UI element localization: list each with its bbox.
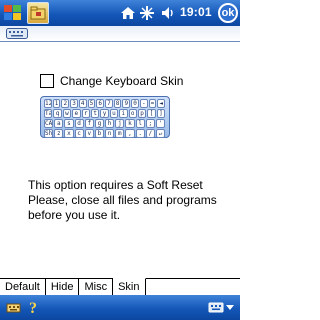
keyboard-preview-key: 7 (105, 99, 113, 108)
keyboard-preview-key: s (64, 119, 74, 128)
volume-icon[interactable] (160, 5, 176, 21)
tab-hide[interactable]: Hide (45, 279, 80, 295)
keyboard-preview-key: f (84, 119, 94, 128)
keyboard-preview-key: 4 (78, 99, 87, 108)
keyboard-preview-key: 8 (113, 99, 122, 108)
keyboard-icon (6, 28, 28, 39)
keyboard-preview-key: 6 (96, 99, 105, 108)
keyboard-preview-key: / (145, 129, 155, 138)
keyboard-preview-key: x (64, 129, 74, 138)
home-icon[interactable] (120, 5, 136, 21)
keyboard-preview-key: l (135, 119, 145, 128)
tab-bar: Default Hide Misc Skin (0, 278, 240, 295)
keyboard-preview-key: w (62, 109, 72, 118)
keyboard-settings-icon[interactable] (6, 299, 22, 315)
clock[interactable]: 19:01 (180, 5, 212, 19)
keyboard-preview-key: y (100, 109, 109, 118)
keyboard-preview-key: k (125, 119, 135, 128)
keyboard-preview-key: , (125, 129, 135, 138)
keyboard-preview-key: [ (147, 109, 156, 118)
keyboard-preview-key: g (94, 119, 105, 128)
keyboard-preview-key: CAP (44, 119, 54, 128)
windows-start-icon[interactable] (2, 2, 24, 24)
keyboard-preview-key: = (148, 99, 157, 108)
keyboard-preview-row: CAPasdfghjkl;' (44, 119, 166, 128)
message-line-1: This option requires a Soft Reset (28, 178, 203, 192)
keyboard-preview-key: 9 (122, 99, 131, 108)
keyboard-preview-row: Tabqwertyuiop[] (44, 109, 166, 118)
keyboard-preview-key: ' (155, 119, 166, 128)
keyboard-preview-key: d (74, 119, 84, 128)
message-line-2: Please, close all files and programs (28, 193, 217, 207)
keyboard-preview-key: q (53, 109, 62, 118)
tab-skin[interactable]: Skin (113, 278, 146, 295)
keyboard-preview-key: m (115, 129, 125, 138)
keyboard-preview-key: r (81, 109, 90, 118)
change-skin-checkbox[interactable] (40, 74, 54, 88)
header-strip (0, 26, 240, 42)
keyboard-preview-key: ◄ (157, 99, 166, 108)
keyboard-preview-key: p (137, 109, 147, 118)
svg-text:?: ? (29, 300, 37, 315)
keyboard-preview-key: u (109, 109, 119, 118)
keyboard-preview-key: ] (156, 109, 166, 118)
input-panel-icon[interactable] (208, 299, 224, 315)
keyboard-preview-key: c (74, 129, 84, 138)
keyboard-preview-key: z (54, 129, 64, 138)
keyboard-preview-row: Shiftzxcvbnm,./↵ (44, 129, 166, 138)
keyboard-preview-row: 1231234567890-=◄ (44, 99, 166, 108)
keyboard-preview-key: e (72, 109, 81, 118)
keyboard-preview-key: 0 (131, 99, 139, 108)
change-skin-option[interactable]: Change Keyboard Skin (40, 74, 183, 88)
keyboard-preview-key: Tab (44, 109, 53, 118)
keyboard-preview-key: j (115, 119, 125, 128)
keyboard-preview-key: 123 (44, 99, 52, 108)
tab-bar-fill (146, 279, 241, 295)
keyboard-preview-key: v (84, 129, 94, 138)
keyboard-preview-key: 1 (52, 99, 61, 108)
title-bar: 19:01 ok (0, 0, 240, 26)
app-folder-icon (30, 6, 46, 20)
keyboard-preview-key: . (135, 129, 145, 138)
message-line-3: before you use it. (28, 208, 121, 222)
keyboard-preview-key: ; (145, 119, 155, 128)
connectivity-icon[interactable] (139, 5, 155, 21)
bottom-bar: ? (0, 295, 240, 320)
keyboard-preview-key: b (94, 129, 105, 138)
keyboard-preview-key: i (119, 109, 128, 118)
input-panel-arrow-icon[interactable] (224, 299, 236, 315)
keyboard-preview-key: - (139, 99, 148, 108)
keyboard-preview-key: n (105, 129, 115, 138)
ok-button[interactable]: ok (218, 3, 238, 23)
keyboard-preview-key: ↵ (155, 129, 166, 138)
keyboard-preview-key: 5 (87, 99, 96, 108)
tab-default[interactable]: Default (0, 279, 46, 295)
app-button[interactable] (27, 2, 49, 24)
keyboard-preview-key: 3 (70, 99, 78, 108)
soft-reset-message: This option requires a Soft Reset Please… (28, 178, 228, 223)
keyboard-preview-key: t (90, 109, 100, 118)
change-skin-label: Change Keyboard Skin (60, 74, 184, 88)
keyboard-preview-key: 2 (61, 99, 70, 108)
help-icon[interactable]: ? (26, 299, 42, 315)
keyboard-skin-preview: 1231234567890-=◄Tabqwertyuiop[]CAPasdfgh… (40, 96, 170, 138)
keyboard-preview-key: Shift (44, 129, 54, 138)
keyboard-preview-key: h (105, 119, 115, 128)
keyboard-preview-key: a (54, 119, 64, 128)
keyboard-preview-key: o (128, 109, 137, 118)
tab-misc[interactable]: Misc (79, 279, 114, 295)
